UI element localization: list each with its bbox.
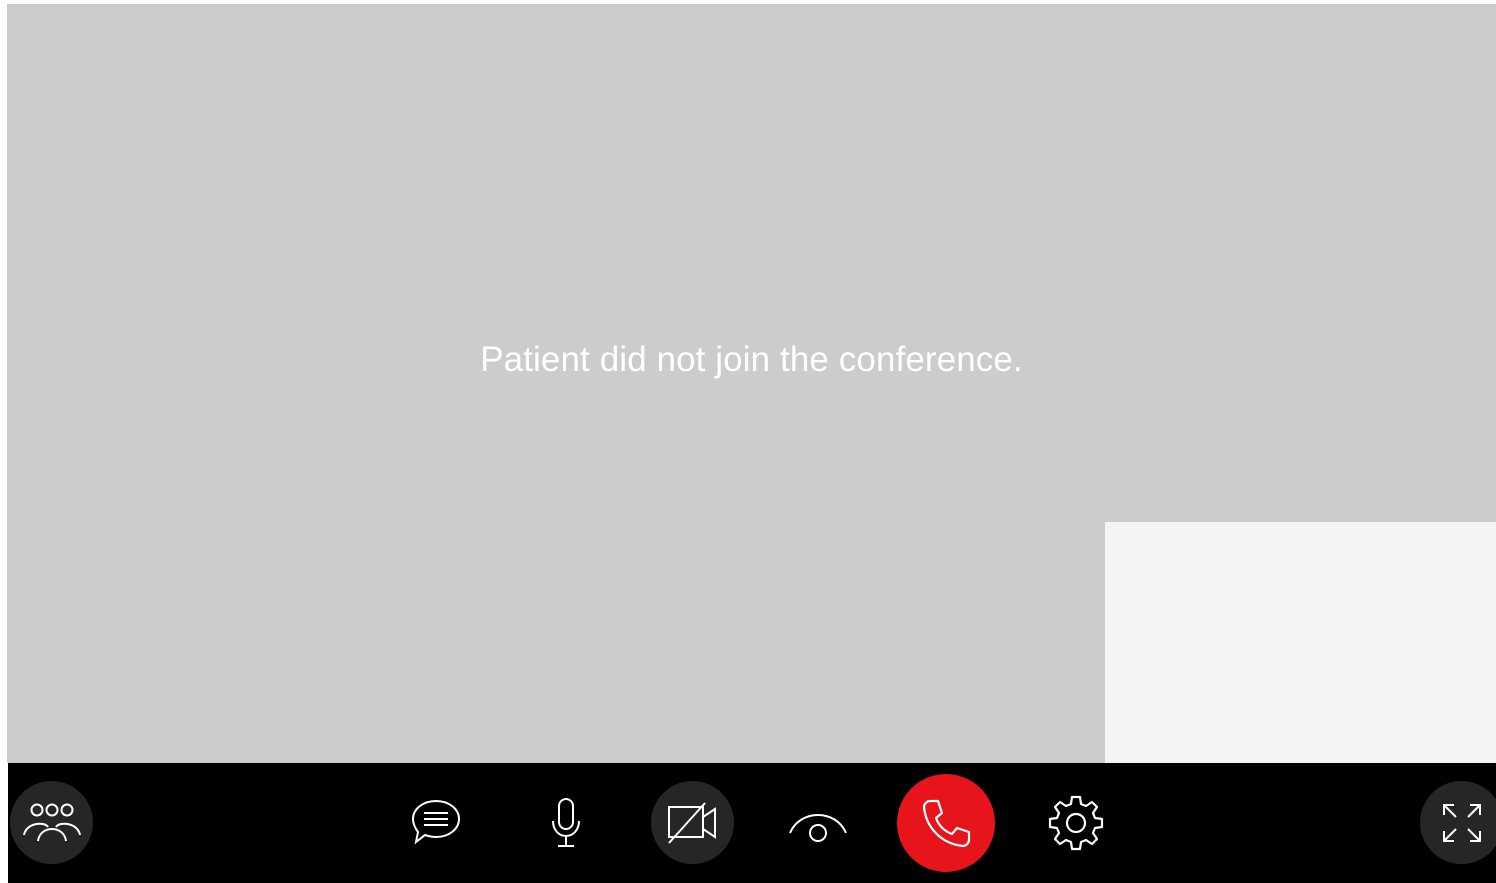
chat-button[interactable]: [406, 791, 466, 851]
self-view-video: [1105, 522, 1496, 763]
call-control-bar: [8, 763, 1496, 883]
camera-off-icon: [667, 801, 719, 845]
participants-button[interactable]: [10, 781, 93, 864]
settings-button[interactable]: [1044, 791, 1108, 855]
microphone-button[interactable]: [536, 791, 596, 855]
chat-icon: [410, 797, 462, 845]
view-toggle-button[interactable]: [786, 793, 850, 853]
end-call-button[interactable]: [897, 774, 995, 872]
fullscreen-button[interactable]: [1420, 781, 1496, 864]
view-icon: [788, 803, 848, 843]
expand-icon: [1438, 799, 1486, 847]
phone-icon: [920, 797, 972, 849]
status-message: Patient did not join the conference.: [480, 340, 1023, 379]
video-call-window: Patient did not join the conference.: [0, 0, 1496, 883]
camera-toggle-button[interactable]: [651, 781, 734, 864]
gear-icon: [1046, 793, 1106, 853]
participants-icon: [22, 801, 82, 845]
microphone-icon: [550, 797, 582, 849]
